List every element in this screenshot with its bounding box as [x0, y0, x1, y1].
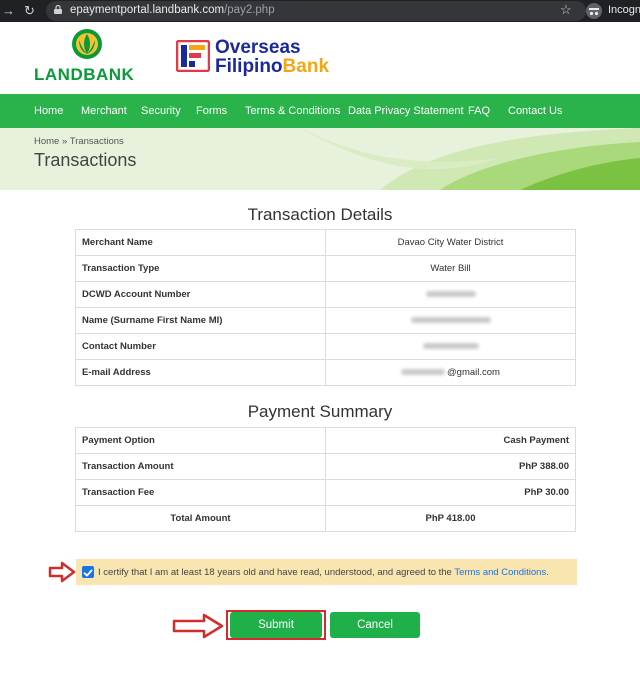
incognito-label: Incognito: [608, 4, 640, 16]
total-label: Total Amount: [75, 505, 326, 532]
main-navbar: Home Merchant Security Forms Terms & Con…: [0, 94, 640, 128]
payment-label: Payment Option: [75, 427, 326, 454]
breadcrumb-home[interactable]: Home: [34, 136, 59, 147]
detail-label: DCWD Account Number: [75, 281, 326, 308]
detail-value: Water Bill: [325, 255, 576, 282]
certify-checkbox[interactable]: [82, 566, 94, 578]
nav-terms[interactable]: Terms & Conditions: [245, 105, 340, 117]
submit-button[interactable]: Submit: [230, 612, 322, 638]
table-row: Payment Option Cash Payment: [75, 427, 576, 454]
address-url[interactable]: epaymentportal.landbank.com/pay2.php: [70, 3, 275, 18]
page-title: Transactions: [34, 150, 137, 170]
detail-value: Davao City Water District: [325, 229, 576, 256]
detail-label: E-mail Address: [75, 359, 326, 386]
ofb-wordmark-line1: Overseas: [215, 37, 301, 58]
browser-toolbar: → ↻ epaymentportal.landbank.com/pay2.php…: [0, 0, 640, 22]
redacted-text: [422, 343, 479, 350]
transaction-details-table: Merchant Name Davao City Water District …: [75, 229, 576, 386]
table-row: Transaction Type Water Bill: [75, 255, 576, 282]
detail-label: Contact Number: [75, 333, 326, 360]
detail-value-redacted: [325, 307, 576, 334]
redacted-text: [401, 369, 446, 376]
nav-faq[interactable]: FAQ: [468, 105, 490, 117]
table-row: Transaction Fee PhP 30.00: [75, 479, 576, 506]
site-header: LANDBANK Overseas FilipinoBank: [0, 22, 640, 94]
detail-label: Merchant Name: [75, 229, 326, 256]
redacted-text: [410, 317, 491, 324]
transaction-details-title: Transaction Details: [247, 205, 393, 224]
payment-summary-table: Payment Option Cash Payment Transaction …: [75, 427, 576, 532]
nav-merchant[interactable]: Merchant: [81, 105, 127, 117]
highlight-arrow-icon: [48, 561, 76, 583]
certify-notice: I certify that I am at least 18 years ol…: [76, 559, 577, 585]
highlight-arrow-icon: [172, 613, 224, 639]
total-row: Total Amount PhP 418.00: [75, 505, 576, 532]
ofb-logo-icon[interactable]: [176, 40, 210, 72]
payment-value: PhP 30.00: [325, 479, 576, 506]
detail-label: Name (Surname First Name MI): [75, 307, 326, 334]
email-domain: @gmail.com: [447, 367, 500, 378]
page-banner: Home » Transactions Transactions: [0, 128, 640, 190]
nav-data-privacy[interactable]: Data Privacy Statement: [348, 105, 464, 117]
detail-value-redacted: [325, 333, 576, 360]
table-row: DCWD Account Number: [75, 281, 576, 308]
ofb-bank: Bank: [282, 56, 330, 77]
table-row: Merchant Name Davao City Water District: [75, 229, 576, 256]
detail-label: Transaction Type: [75, 255, 326, 282]
cancel-button[interactable]: Cancel: [330, 612, 420, 638]
payment-label: Transaction Fee: [75, 479, 326, 506]
nav-forms[interactable]: Forms: [196, 105, 227, 117]
payment-summary-title: Payment Summary: [247, 402, 393, 421]
breadcrumb-separator: »: [61, 136, 68, 147]
ofb-wordmark-line2: FilipinoBank: [215, 57, 329, 77]
nav-home[interactable]: Home: [34, 105, 63, 117]
landbank-wordmark[interactable]: LANDBANK: [34, 65, 134, 85]
certify-statement: I certify that I am at least 18 years ol…: [98, 567, 452, 578]
detail-value-redacted: [325, 281, 576, 308]
nav-contact[interactable]: Contact Us: [508, 105, 562, 117]
breadcrumb: Home » Transactions: [34, 136, 124, 147]
total-value: PhP 418.00: [325, 505, 576, 532]
table-row: Transaction Amount PhP 388.00: [75, 453, 576, 480]
nav-security[interactable]: Security: [141, 105, 181, 117]
terms-link[interactable]: Terms and Conditions.: [454, 567, 549, 578]
back-arrow-icon[interactable]: →: [2, 3, 15, 19]
detail-value: @gmail.com: [325, 359, 576, 386]
table-row: Contact Number: [75, 333, 576, 360]
payment-label: Transaction Amount: [75, 453, 326, 480]
reload-icon[interactable]: ↻: [24, 3, 35, 19]
certify-text: I certify that I am at least 18 years ol…: [98, 567, 549, 578]
table-row: E-mail Address @gmail.com: [75, 359, 576, 386]
redacted-text: [425, 291, 476, 298]
check-icon: [83, 569, 93, 577]
payment-value: PhP 388.00: [325, 453, 576, 480]
payment-value: Cash Payment: [325, 427, 576, 454]
ofb-filipino: Filipino: [215, 56, 283, 77]
lock-icon: [54, 5, 62, 14]
bookmark-star-icon[interactable]: ☆: [560, 2, 572, 18]
breadcrumb-current: Transactions: [69, 136, 124, 147]
table-row: Name (Surname First Name MI): [75, 307, 576, 334]
incognito-icon[interactable]: [586, 3, 602, 19]
landbank-logo-icon[interactable]: [70, 28, 104, 60]
